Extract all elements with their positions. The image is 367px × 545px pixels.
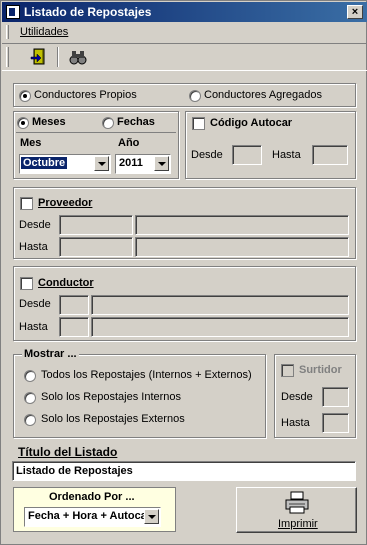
periodo-group: Meses Fechas Mes Año Octubre 2011 <box>13 111 179 179</box>
conductores-propios-radio[interactable] <box>19 90 31 102</box>
titulo-input-value: Listado de Repostajes <box>16 465 133 477</box>
surtidor-checkbox[interactable] <box>281 364 294 377</box>
autocar-checkbox[interactable] <box>192 117 205 130</box>
conductor-hasta-name[interactable] <box>91 317 349 337</box>
proveedor-label: Proveedor <box>38 197 93 209</box>
titulo-label-text: Título del Listado <box>18 445 118 459</box>
fechas-label: Fechas <box>117 116 155 128</box>
conductor-desde-name[interactable] <box>91 295 349 315</box>
conductores-agregados-radio[interactable] <box>189 90 201 102</box>
proveedor-hasta-label: Hasta <box>19 241 48 253</box>
conductor-desde-code[interactable] <box>59 295 89 315</box>
surtidor-desde-label: Desde <box>281 391 313 403</box>
autocar-group: Código Autocar Desde Hasta <box>185 111 356 179</box>
autocar-desde-field[interactable] <box>232 145 262 165</box>
mostrar-group: Mostrar ... Todos los Repostajes (Intern… <box>13 348 266 438</box>
surtidor-desde-field[interactable] <box>322 387 349 407</box>
surtidor-group: Surtidor Desde Hasta <box>274 354 356 438</box>
imprimir-label: Imprimir <box>278 518 318 530</box>
anio-label: Año <box>118 137 140 149</box>
proveedor-checkbox[interactable] <box>20 197 33 210</box>
surtidor-hasta-label: Hasta <box>281 417 310 429</box>
title-bar: Listado de Repostajes × <box>2 2 367 22</box>
mes-label: Mes <box>20 137 42 149</box>
anio-select[interactable]: 2011 <box>115 154 171 174</box>
autocar-label: Código Autocar <box>210 117 293 129</box>
menu-grip <box>6 25 9 39</box>
titulo-label: Título del Listado <box>18 445 117 459</box>
toolbar <box>2 43 367 71</box>
chevron-down-icon[interactable] <box>144 509 159 524</box>
surtidor-hasta-field[interactable] <box>322 413 349 433</box>
proveedor-hasta-name[interactable] <box>135 237 349 257</box>
ordenado-select-value: Fecha + Hora + Autoca <box>28 510 147 522</box>
mostrar-internos-radio[interactable] <box>24 392 36 404</box>
ordenado-label: Ordenado Por ... <box>49 491 135 503</box>
window-title: Listado de Repostajes <box>24 5 152 19</box>
autocar-hasta-label: Hasta <box>272 149 301 161</box>
proveedor-desde-code[interactable] <box>59 215 133 235</box>
exit-button[interactable] <box>27 46 51 68</box>
mostrar-todos-radio[interactable] <box>24 370 36 382</box>
mes-select-value: Octubre <box>21 157 68 169</box>
autocar-hasta-field[interactable] <box>312 145 348 165</box>
app-icon <box>6 5 20 19</box>
conductores-group: Conductores Propios Conductores Agregado… <box>13 83 356 107</box>
conductor-label: Conductor <box>38 277 94 289</box>
conductores-agregados-label: Conductores Agregados <box>204 89 323 101</box>
menu-utilidades[interactable]: Utilidades <box>20 26 68 38</box>
search-button[interactable] <box>66 46 90 68</box>
binoculars-icon <box>69 51 87 65</box>
mostrar-title: Mostrar ... <box>22 348 79 360</box>
toolbar-separator <box>57 47 59 67</box>
ordenado-select[interactable]: Fecha + Hora + Autoca <box>24 507 161 527</box>
conductores-propios-label: Conductores Propios <box>34 89 137 101</box>
close-button[interactable]: × <box>347 5 363 19</box>
conductor-hasta-label: Hasta <box>19 321 48 333</box>
fechas-radio[interactable] <box>102 117 114 129</box>
autocar-desde-label: Desde <box>191 149 223 161</box>
mostrar-externos-label: Solo los Repostajes Externos <box>41 413 185 425</box>
ordenado-panel: Ordenado Por ... Fecha + Hora + Autoca <box>13 487 176 532</box>
proveedor-desde-label: Desde <box>19 219 51 231</box>
report-window: Listado de Repostajes × Utilidades Condu… <box>0 0 367 545</box>
menu-bar: Utilidades <box>2 23 367 41</box>
meses-radio[interactable] <box>17 117 29 129</box>
mostrar-externos-radio[interactable] <box>24 414 36 426</box>
proveedor-group: Proveedor Desde Hasta <box>13 187 356 259</box>
printer-icon <box>285 491 309 514</box>
toolbar-grip <box>6 47 9 67</box>
meses-label: Meses <box>32 116 66 128</box>
surtidor-label: Surtidor <box>299 364 342 376</box>
anio-select-value: 2011 <box>119 157 143 169</box>
periodo-divider <box>16 132 176 133</box>
mostrar-internos-label: Solo los Repostajes Internos <box>41 391 182 403</box>
mes-select[interactable]: Octubre <box>19 154 111 174</box>
mostrar-todos-label: Todos los Repostajes (Internos + Externo… <box>41 369 252 381</box>
conductor-checkbox[interactable] <box>20 277 33 290</box>
chevron-down-icon[interactable] <box>94 156 109 171</box>
imprimir-button[interactable]: Imprimir <box>236 487 357 533</box>
titulo-input[interactable]: Listado de Repostajes <box>12 461 356 481</box>
proveedor-desde-name[interactable] <box>135 215 349 235</box>
conductor-desde-label: Desde <box>19 298 51 310</box>
conductor-group: Conductor Desde Hasta <box>13 266 356 341</box>
chevron-down-icon[interactable] <box>154 156 169 171</box>
proveedor-hasta-code[interactable] <box>59 237 133 257</box>
conductor-hasta-code[interactable] <box>59 317 89 337</box>
exit-door-icon <box>30 48 45 65</box>
